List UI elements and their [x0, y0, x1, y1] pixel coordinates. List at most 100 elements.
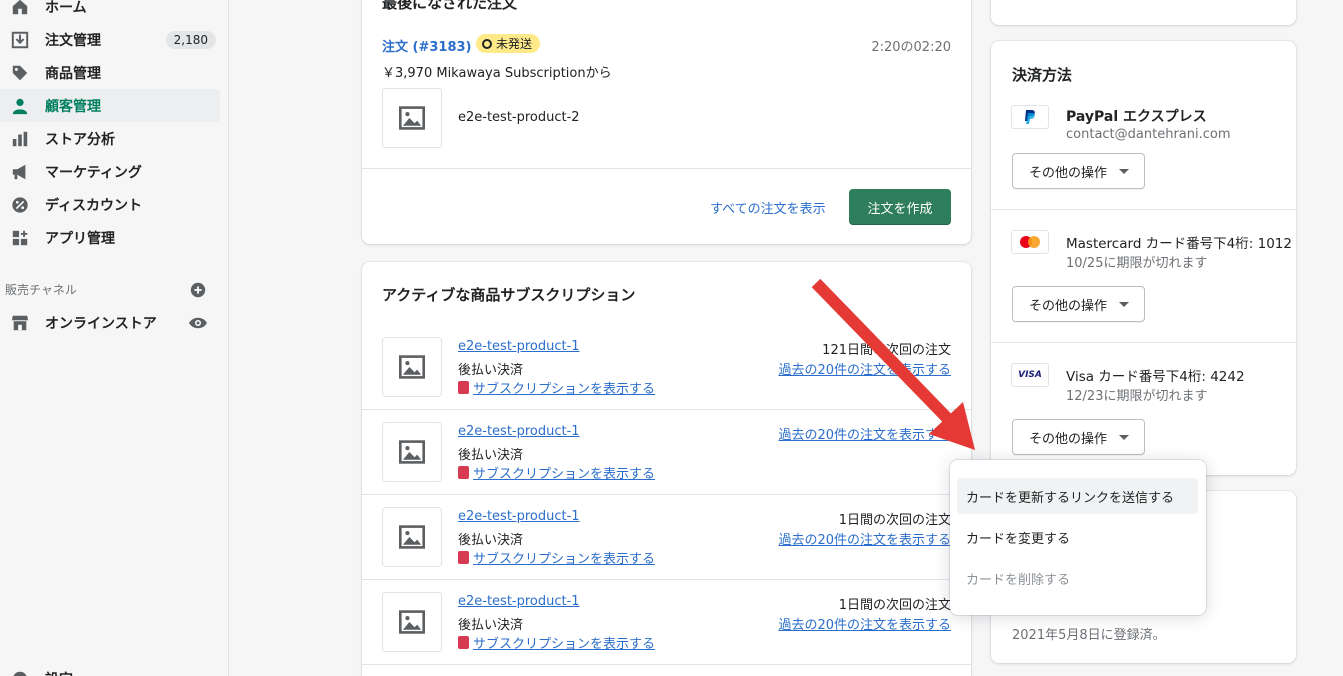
more-actions-button[interactable]: その他の操作 — [1012, 419, 1145, 455]
sidebar-item-label: 注文管理 — [45, 32, 101, 49]
order-time: 2:20の02:20 — [871, 40, 951, 55]
subscription-thumbnail — [382, 337, 442, 397]
sidebar-item-label: 設定 — [45, 669, 73, 676]
product-thumbnail — [382, 88, 442, 148]
view-subscription-link[interactable]: サブスクリプションを表示する — [458, 463, 655, 482]
home-icon — [10, 0, 30, 17]
divider — [991, 209, 1296, 210]
divider — [362, 579, 971, 580]
next-order-text: 121日間の次回の注文 — [822, 343, 951, 358]
subscription-app-icon — [458, 466, 469, 479]
more-actions-button[interactable]: その他の操作 — [1012, 286, 1145, 322]
visa-icon: VISA — [1011, 363, 1049, 387]
sidebar-item-label: オンラインストア — [45, 315, 157, 332]
past-orders-link[interactable]: 過去の20件の注文を表示する — [778, 359, 951, 378]
divider — [991, 342, 1296, 343]
subscription-thumbnail — [382, 507, 442, 567]
subscription-payment: 後払い決済 — [458, 618, 524, 633]
subscription-product-link[interactable]: e2e-test-product-1 — [458, 509, 580, 524]
payment-method-name: PayPal エクスプレス — [1066, 109, 1207, 125]
payment-method-detail: contact@dantehrani.com — [1066, 127, 1231, 142]
sidebar-item-analytics[interactable]: ストア分析 — [0, 122, 220, 155]
caret-down-icon — [1119, 301, 1130, 307]
subscription-app-icon — [458, 381, 469, 394]
status-ring-icon — [482, 38, 492, 49]
subscription-app-icon — [458, 636, 469, 649]
past-orders-link[interactable]: 過去の20件の注文を表示する — [778, 424, 951, 443]
order-product-name: e2e-test-product-2 — [458, 110, 580, 125]
sidebar-item-label: ストア分析 — [45, 131, 115, 148]
order-summary: ￥3,970 Mikawaya Subscriptionから — [382, 66, 612, 81]
next-order-text: 1日間の次回の注文 — [838, 513, 951, 528]
view-all-orders-link[interactable]: すべての注文を表示 — [710, 198, 826, 217]
eye-icon[interactable] — [188, 313, 208, 333]
caret-down-icon — [1119, 168, 1130, 174]
image-placeholder-icon — [399, 525, 425, 549]
analytics-icon — [10, 129, 30, 149]
payment-method-detail: 10/25に期限が切れます — [1066, 256, 1208, 271]
payment-methods-card: 決済方法 PayPal エクスプレス contact@dantehrani.co… — [991, 41, 1296, 475]
sidebar-item-discounts[interactable]: ディスカウント — [0, 188, 220, 221]
more-actions-popover: カードを更新するリンクを送信する カードを変更する カードを削除する — [950, 460, 1206, 615]
create-order-button[interactable]: 注文を作成 — [849, 189, 951, 225]
customer-icon — [10, 96, 30, 116]
sidebar-item-label: ディスカウント — [45, 197, 143, 214]
last-order-title: 最後になされた注文 — [382, 0, 518, 12]
sidebar-item-label: 商品管理 — [45, 65, 101, 82]
payment-method-detail: 12/23に期限が切れます — [1066, 389, 1208, 404]
divider — [362, 409, 971, 410]
image-placeholder-icon — [399, 610, 425, 634]
remove-card-item: カードを削除する — [966, 572, 1071, 588]
sidebar-item-label: ホーム — [45, 0, 87, 16]
mastercard-icon — [1011, 230, 1049, 254]
divider — [362, 664, 971, 665]
subscription-thumbnail — [382, 422, 442, 482]
status-badge: 未発送 — [476, 34, 541, 53]
status-label: 未発送 — [496, 37, 533, 51]
sidebar-item-settings[interactable]: 設定 — [0, 662, 220, 676]
send-update-card-link-item[interactable]: カードを更新するリンクを送信する — [957, 478, 1198, 514]
store-icon — [10, 313, 30, 333]
payment-method-name: Mastercard カード番号下4桁: 1012 — [1066, 236, 1292, 252]
megaphone-icon — [10, 162, 30, 182]
view-subscription-link[interactable]: サブスクリプションを表示する — [458, 633, 655, 652]
payment-methods-title: 決済方法 — [1012, 66, 1073, 84]
order-link[interactable]: 注文 (#3183) — [382, 36, 471, 55]
sidebar-item-marketing[interactable]: マーケティング — [0, 155, 220, 188]
caret-down-icon — [1119, 434, 1130, 440]
divider — [362, 494, 971, 495]
orders-count-badge: 2,180 — [165, 30, 216, 49]
sidebar-item-label: マーケティング — [45, 164, 142, 181]
subscriptions-card: アクティブな商品サブスクリプション e2e-test-product-1 後払い… — [362, 262, 971, 676]
sidebar-item-home[interactable]: ホーム — [0, 0, 220, 23]
sidebar-item-online-store[interactable]: オンラインストア — [0, 306, 220, 339]
view-subscription-link[interactable]: サブスクリプションを表示する — [458, 548, 655, 567]
divider — [362, 168, 971, 169]
past-orders-link[interactable]: 過去の20件の注文を表示する — [778, 529, 951, 548]
image-placeholder-icon — [399, 355, 425, 379]
sidebar-item-orders[interactable]: 注文管理 2,180 — [0, 23, 220, 56]
subscription-product-link[interactable]: e2e-test-product-1 — [458, 594, 580, 609]
apps-icon — [10, 228, 30, 248]
sidebar-item-products[interactable]: 商品管理 — [0, 56, 220, 89]
subscription-payment: 後払い決済 — [458, 448, 524, 463]
payment-method-name: Visa カード番号下4桁: 4242 — [1066, 369, 1245, 385]
add-sales-channel-icon[interactable] — [189, 281, 207, 299]
past-orders-link[interactable]: 過去の20件の注文を表示する — [778, 614, 951, 633]
subscriptions-title: アクティブな商品サブスクリプション — [382, 286, 636, 304]
subscription-app-icon — [458, 551, 469, 564]
registered-date: 2021年5月8日に登録済。 — [1012, 628, 1166, 643]
sidebar: ホーム 注文管理 2,180 商品管理 顧客管理 ストア分析 マーケティング デ… — [0, 0, 229, 676]
sidebar-item-customers[interactable]: 顧客管理 — [0, 89, 220, 122]
sidebar-item-label: アプリ管理 — [45, 230, 115, 247]
subscription-product-link[interactable]: e2e-test-product-1 — [458, 339, 580, 354]
more-actions-button[interactable]: その他の操作 — [1012, 153, 1145, 189]
image-placeholder-icon — [399, 440, 425, 464]
tag-icon — [10, 63, 30, 83]
sidebar-item-apps[interactable]: アプリ管理 — [0, 221, 220, 254]
change-card-item[interactable]: カードを変更する — [957, 519, 1198, 555]
view-subscription-link[interactable]: サブスクリプションを表示する — [458, 378, 655, 397]
sales-channels-heading: 販売チャネル — [5, 283, 77, 297]
subscription-product-link[interactable]: e2e-test-product-1 — [458, 424, 580, 439]
subscription-payment: 後払い決済 — [458, 533, 524, 548]
